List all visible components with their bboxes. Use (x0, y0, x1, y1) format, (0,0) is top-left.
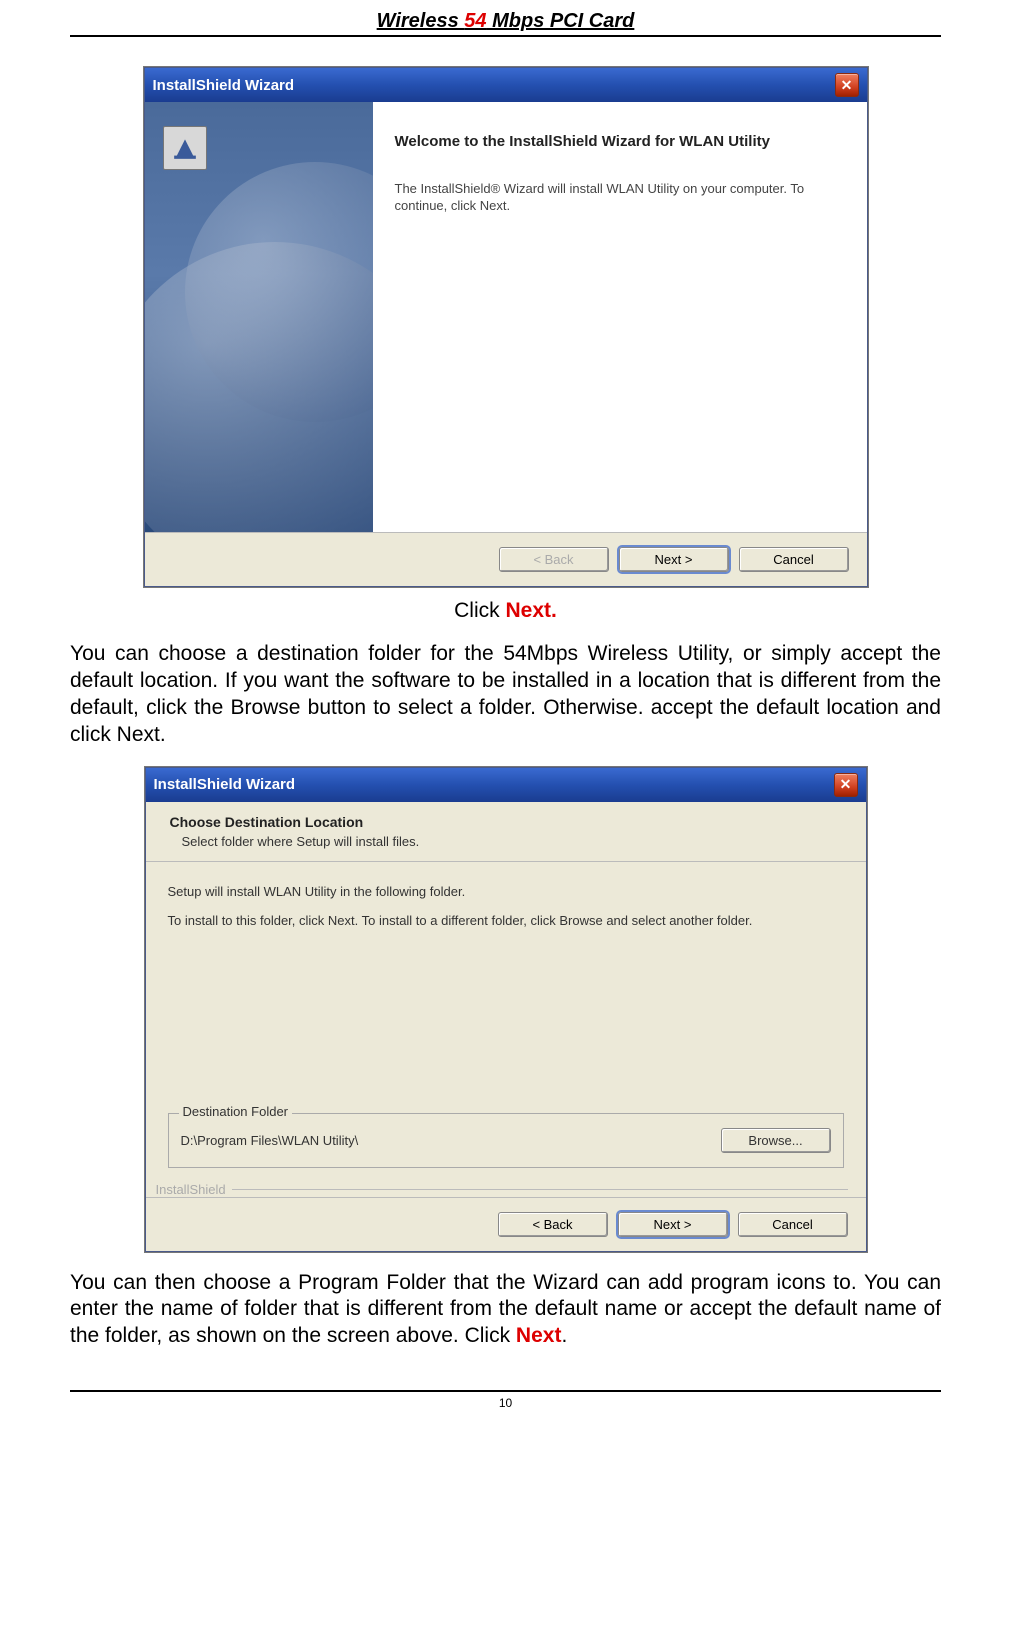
header-pre: Wireless (377, 10, 465, 32)
wizard-body: Setup will install WLAN Utility in the f… (146, 862, 866, 1182)
caption-click-next: Click Next. (70, 599, 941, 623)
screenshot-welcome-wizard: InstallShield Wizard ✕ Welcome to the In… (144, 67, 868, 587)
window-title: InstallShield Wizard (153, 77, 295, 94)
next-button[interactable]: Next > (619, 547, 729, 572)
screenshot-destination-wizard: InstallShield Wizard ✕ Choose Destinatio… (145, 767, 867, 1252)
installshield-brand: InstallShield (156, 1182, 226, 1197)
window-titlebar: InstallShield Wizard ✕ (146, 768, 866, 802)
header-rule (70, 35, 941, 37)
back-button: < Back (499, 547, 609, 572)
next-button[interactable]: Next > (618, 1212, 728, 1237)
wizard-button-row: < Back Next > Cancel (145, 532, 867, 586)
step-subtitle: Select folder where Setup will install f… (182, 834, 848, 849)
paragraph-destination-explain: You can choose a destination folder for … (70, 641, 941, 749)
browse-button[interactable]: Browse... (721, 1128, 831, 1153)
close-icon[interactable]: ✕ (834, 773, 858, 797)
window-titlebar: InstallShield Wizard ✕ (145, 68, 867, 102)
step-title: Choose Destination Location (170, 814, 848, 830)
header-post: Mbps PCI Card (487, 10, 635, 32)
close-icon[interactable]: ✕ (835, 73, 859, 97)
footer-rule (70, 1390, 941, 1392)
cancel-button[interactable]: Cancel (738, 1212, 848, 1237)
header-mid: 54 (464, 10, 486, 32)
installer-icon (163, 126, 207, 170)
installshield-brand-row: InstallShield (146, 1182, 866, 1197)
wizard-main: Welcome to the InstallShield Wizard for … (373, 102, 867, 532)
welcome-body: The InstallShield® Wizard will install W… (395, 180, 839, 215)
wizard-body: Welcome to the InstallShield Wizard for … (145, 102, 867, 532)
wizard-step-header: Choose Destination Location Select folde… (146, 802, 866, 862)
welcome-heading: Welcome to the InstallShield Wizard for … (395, 132, 839, 152)
body-line-1: Setup will install WLAN Utility in the f… (168, 884, 844, 899)
document-header: Wireless 54 Mbps PCI Card (70, 10, 941, 33)
wizard-sidebar-graphic (145, 102, 373, 532)
body-line-2: To install to this folder, click Next. T… (168, 913, 808, 928)
page-number: 10 (70, 1396, 941, 1410)
back-button[interactable]: < Back (498, 1212, 608, 1237)
destination-folder-legend: Destination Folder (179, 1104, 293, 1119)
destination-folder-frame: Destination Folder D:\Program Files\WLAN… (168, 1113, 844, 1168)
paragraph-program-folder: You can then choose a Program Folder tha… (70, 1270, 941, 1351)
wizard-button-row: < Back Next > Cancel (146, 1197, 866, 1251)
cancel-button[interactable]: Cancel (739, 547, 849, 572)
window-title: InstallShield Wizard (154, 776, 296, 793)
destination-path: D:\Program Files\WLAN Utility\ (181, 1133, 359, 1148)
